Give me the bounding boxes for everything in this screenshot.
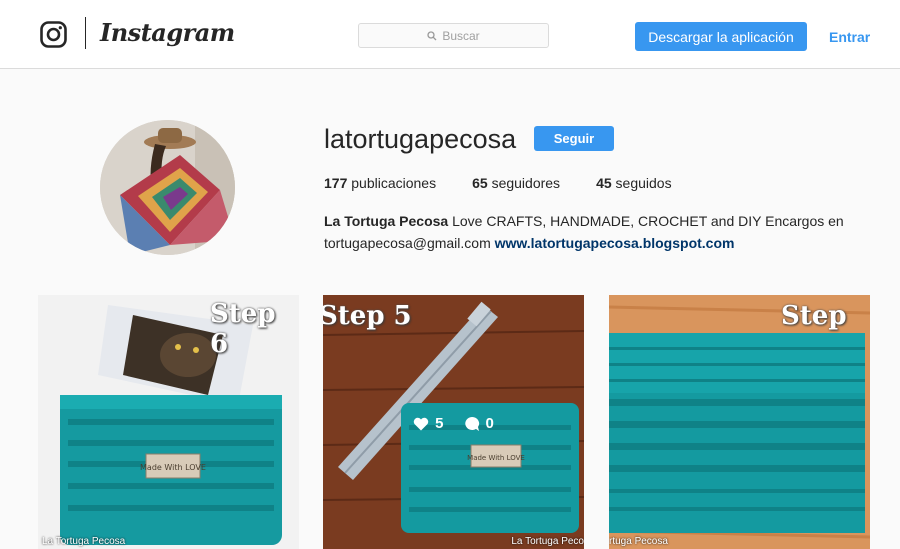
avatar bbox=[100, 120, 235, 255]
following-count: 45 bbox=[596, 175, 612, 191]
top-nav: Instagram Buscar Descargar la aplicación… bbox=[0, 0, 900, 69]
post-hover-stats: 5 0 bbox=[323, 415, 584, 432]
post-step-label: Step 6 bbox=[210, 299, 276, 359]
post-step-label: Step bbox=[781, 301, 847, 331]
bio-full-name: La Tortuga Pecosa bbox=[324, 213, 449, 229]
posts-stat: 177 publicaciones bbox=[324, 175, 436, 191]
followers-count: 65 bbox=[472, 175, 488, 191]
post-watermark: rtuga Pecosa bbox=[609, 536, 668, 547]
post-comments-count: 0 bbox=[485, 415, 494, 432]
post-likes: 5 bbox=[413, 415, 444, 432]
post-thumbnail[interactable]: Step rtuga Pecosa bbox=[609, 295, 870, 549]
login-link[interactable]: Entrar bbox=[829, 29, 870, 45]
profile-username: latortugapecosa bbox=[324, 124, 517, 154]
instagram-wordmark[interactable]: Instagram bbox=[100, 18, 235, 47]
avatar-photo bbox=[100, 120, 235, 255]
instagram-glyph-icon[interactable] bbox=[40, 21, 67, 48]
search-icon bbox=[427, 30, 437, 40]
following-label: seguidos bbox=[615, 175, 672, 191]
post-thumbnail[interactable]: Made With LOVE Step 6 La Tortuga Pecosa bbox=[38, 295, 299, 549]
following-stat[interactable]: 45 seguidos bbox=[596, 175, 672, 191]
followers-label: seguidores bbox=[491, 175, 561, 191]
post-patch-label: Made With LOVE bbox=[140, 463, 206, 472]
post-likes-count: 5 bbox=[435, 415, 444, 432]
search-placeholder: Buscar bbox=[442, 28, 480, 43]
post-watermark: La Tortuga Peco bbox=[511, 536, 584, 547]
posts-label: publicaciones bbox=[351, 175, 437, 191]
comment-icon bbox=[464, 416, 479, 431]
follow-button[interactable]: Seguir bbox=[534, 126, 614, 151]
post-step-label: Step 5 bbox=[323, 301, 412, 331]
profile-stats: 177 publicaciones 65 seguidores 45 segui… bbox=[324, 175, 708, 191]
posts-count: 177 bbox=[324, 175, 348, 191]
post-comments: 0 bbox=[464, 415, 494, 432]
post-patch-label: Made With LOVE bbox=[467, 454, 525, 462]
bio-website-link[interactable]: www.latortugapecosa.blogspot.com bbox=[495, 235, 735, 251]
profile-bio: La Tortuga Pecosa Love CRAFTS, HANDMADE,… bbox=[324, 210, 844, 254]
post-watermark: La Tortuga Pecosa bbox=[42, 536, 126, 547]
heart-icon bbox=[413, 417, 429, 430]
search-input[interactable]: Buscar bbox=[358, 23, 549, 48]
followers-stat[interactable]: 65 seguidores bbox=[472, 175, 560, 191]
download-app-button[interactable]: Descargar la aplicación bbox=[635, 22, 807, 51]
post-thumbnail[interactable]: Made With LOVE Step 5 5 0 La Tortuga Pec… bbox=[323, 295, 584, 549]
post-photo bbox=[609, 295, 870, 549]
logo-divider bbox=[85, 17, 86, 49]
